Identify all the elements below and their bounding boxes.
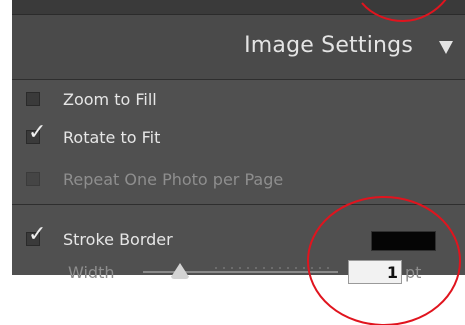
- width-slider-thumb[interactable]: [171, 263, 189, 277]
- panel-title: Image Settings: [244, 33, 413, 58]
- stroke-border-section: ✓ Stroke Border Width 1 pt: [12, 205, 465, 284]
- stroke-border-checkbox[interactable]: ✓: [26, 224, 46, 246]
- zoom-to-fill-option[interactable]: Zoom to Fill: [26, 87, 157, 111]
- rotate-to-fit-label: Rotate to Fit: [63, 127, 161, 147]
- zoom-to-fill-label: Zoom to Fill: [63, 89, 157, 109]
- width-slider-ticks: [212, 267, 332, 269]
- triangle-down-icon[interactable]: [439, 41, 453, 54]
- zoom-to-fill-checkbox[interactable]: [26, 92, 40, 106]
- stroke-border-option[interactable]: ✓ Stroke Border: [26, 224, 173, 251]
- repeat-one-photo-label: Repeat One Photo per Page: [63, 169, 284, 189]
- checkmark-icon: ✓: [28, 222, 47, 247]
- rotate-to-fit-option[interactable]: ✓ Rotate to Fit: [26, 122, 161, 149]
- width-label: Width: [68, 263, 115, 282]
- width-unit-label: pt: [405, 263, 422, 282]
- rotate-to-fit-checkbox[interactable]: ✓: [26, 122, 46, 144]
- checkmark-icon: ✓: [28, 120, 47, 145]
- image-settings-panel: Image Settings Zoom to Fill ✓ Rotate to …: [12, 0, 465, 284]
- repeat-one-photo-checkbox: [26, 172, 40, 186]
- previous-panel-edge: [12, 0, 465, 15]
- repeat-one-photo-option: Repeat One Photo per Page: [26, 167, 283, 191]
- width-slider-thumb-base[interactable]: [171, 276, 189, 279]
- image-options-section: Zoom to Fill ✓ Rotate to Fit Repeat One …: [12, 80, 465, 205]
- screenshot-stage: Image Settings Zoom to Fill ✓ Rotate to …: [0, 0, 465, 325]
- panel-header[interactable]: Image Settings: [12, 15, 465, 80]
- stroke-color-swatch[interactable]: [371, 231, 436, 251]
- width-value-field[interactable]: 1: [348, 260, 402, 284]
- stroke-border-label: Stroke Border: [63, 229, 173, 249]
